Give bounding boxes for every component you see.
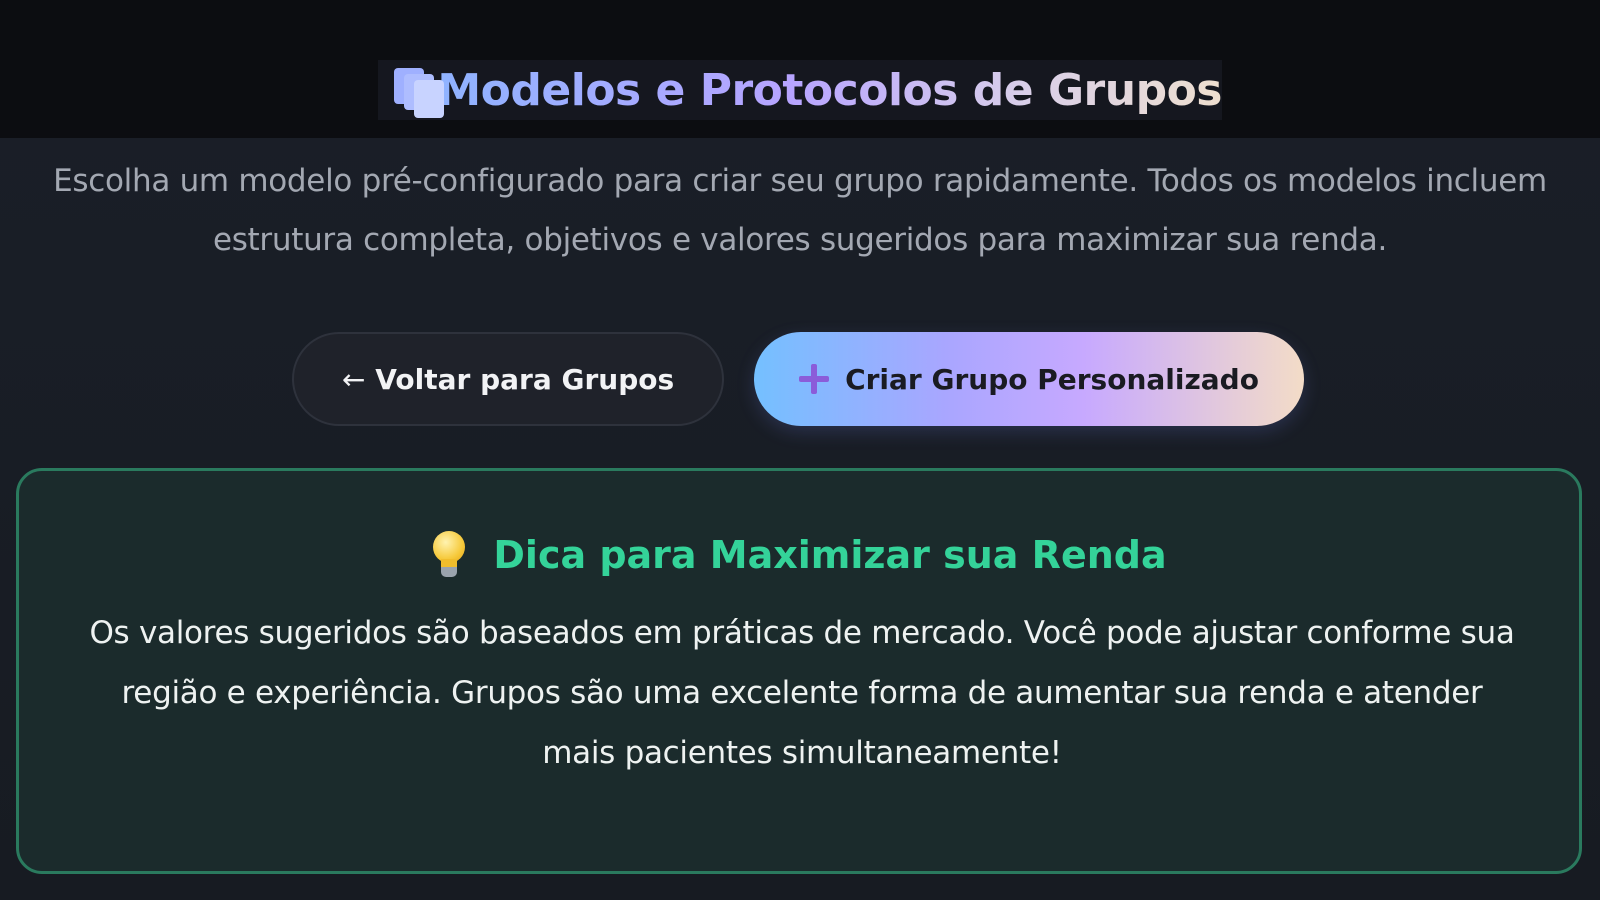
- page-subtitle: Escolha um modelo pré-configurado para c…: [53, 163, 1547, 258]
- tip-body: Os valores sugeridos são baseados em prá…: [89, 615, 1515, 771]
- page-title: Modelos e Protocolos de Grupos: [437, 64, 1222, 116]
- arrow-left-icon: ←: [341, 362, 366, 396]
- back-button-label: Voltar para Grupos: [375, 362, 675, 396]
- create-button-label: Criar Grupo Personalizado: [845, 362, 1259, 396]
- back-to-groups-button[interactable]: ← Voltar para Grupos: [292, 332, 724, 426]
- plus-icon: [799, 364, 830, 394]
- tip-title-row: Dica para Maximizar sua Renda: [19, 531, 1579, 579]
- page-header: Modelos e Protocolos de Grupos: [378, 60, 1222, 120]
- tip-heading: Dica para Maximizar sua Renda: [493, 533, 1167, 577]
- page: Modelos e Protocolos de Grupos Escolha u…: [0, 0, 1600, 900]
- create-custom-group-button[interactable]: Criar Grupo Personalizado: [754, 332, 1304, 426]
- tip-card: Dica para Maximizar sua Renda Os valores…: [16, 468, 1582, 874]
- card-index-dividers-icon: [392, 60, 444, 120]
- lightbulb-icon: [431, 531, 467, 579]
